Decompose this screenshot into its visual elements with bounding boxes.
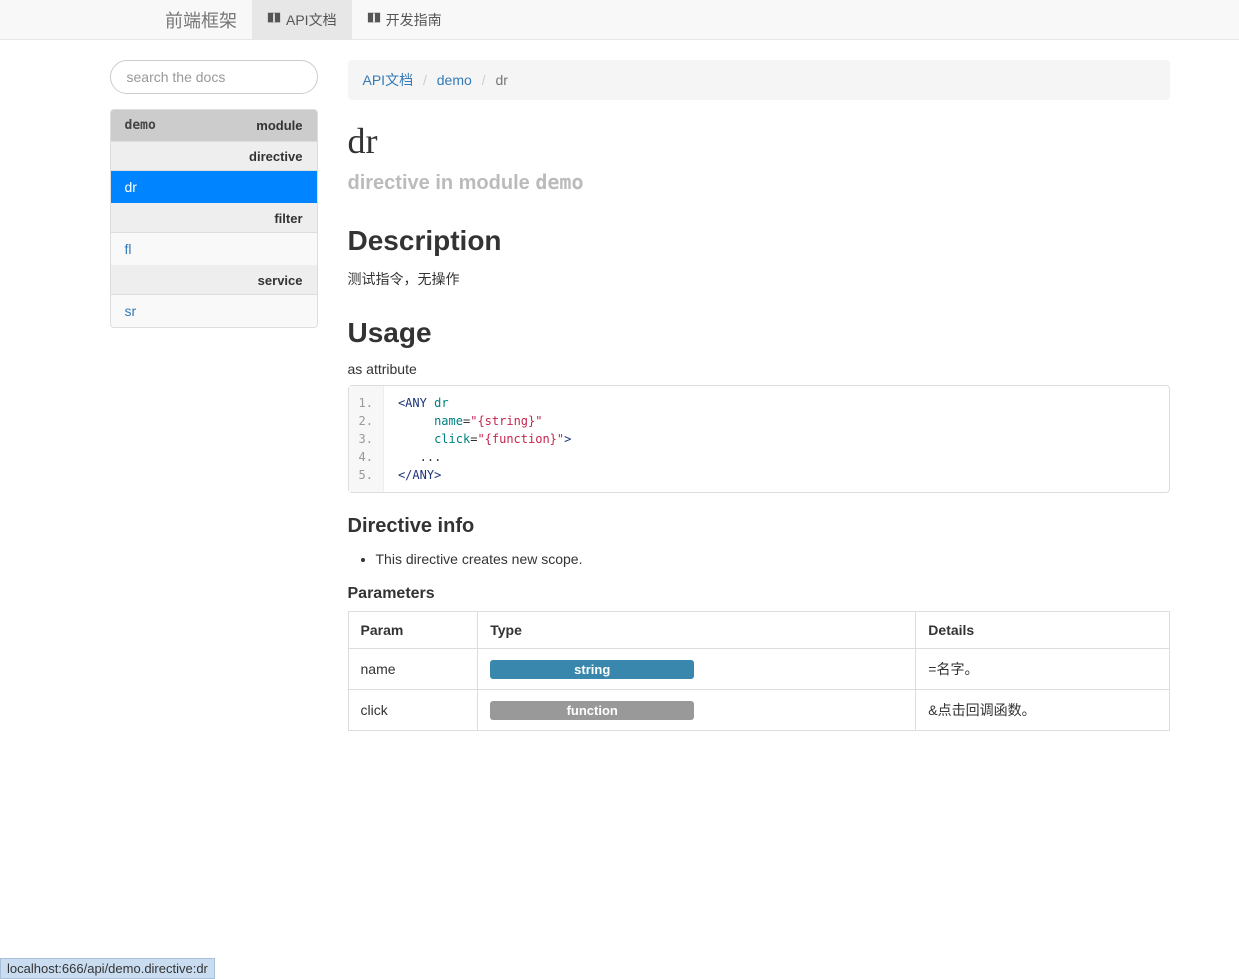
nav-item-sr[interactable]: sr — [111, 295, 317, 327]
book-icon — [267, 11, 281, 28]
tab-label: API文档 — [286, 10, 337, 30]
code-block: 1.2.3.4.5. <ANY dr name="{string}" click… — [348, 385, 1170, 493]
description-text: 测试指令，无操作 — [348, 269, 1170, 289]
type-badge: function — [490, 701, 694, 720]
tab-label: 开发指南 — [386, 10, 442, 30]
table-row: namestring=名字。 — [348, 649, 1169, 690]
tab-dev-guide[interactable]: 开发指南 — [352, 0, 457, 40]
main-content: API文档 / demo / dr dr directive in module… — [348, 60, 1170, 731]
usage-as: as attribute — [348, 361, 1170, 377]
params-heading: Parameters — [348, 585, 1170, 603]
breadcrumb: API文档 / demo / dr — [348, 60, 1170, 100]
info-item: This directive creates new scope. — [376, 548, 1170, 570]
module-label: module — [256, 118, 302, 133]
page-subtitle: directive in module demo — [348, 170, 1170, 195]
navbar: 前端框架 API文档 开发指南 — [0, 0, 1239, 40]
module-name: demo — [125, 118, 156, 133]
nav-module-header[interactable]: demo module — [111, 110, 317, 142]
status-bar: localhost:666/api/demo.directive:dr — [0, 958, 215, 979]
brand: 前端框架 — [150, 7, 252, 33]
usage-heading: Usage — [348, 317, 1170, 349]
nav-list: demo module directive dr filter fl servi… — [110, 109, 318, 328]
nav-item-fl[interactable]: fl — [111, 233, 317, 266]
tab-api-docs[interactable]: API文档 — [252, 0, 352, 40]
code-content: <ANY dr name="{string}" click="{function… — [384, 386, 585, 492]
type-badge: string — [490, 660, 694, 679]
nav-item-dr[interactable]: dr — [111, 171, 317, 204]
code-line-numbers: 1.2.3.4.5. — [349, 386, 384, 492]
directive-info-heading: Directive info — [348, 515, 1170, 538]
book-icon — [367, 11, 381, 28]
nav-section-service: service — [111, 266, 317, 295]
page-title: dr — [348, 120, 1170, 162]
search-input[interactable] — [110, 60, 318, 94]
params-table: ParamTypeDetails namestring=名字。clickfunc… — [348, 611, 1170, 731]
breadcrumb-current: dr — [495, 72, 507, 88]
breadcrumb-api[interactable]: API文档 — [363, 72, 414, 88]
description-heading: Description — [348, 225, 1170, 257]
breadcrumb-demo[interactable]: demo — [437, 72, 472, 88]
sidebar: demo module directive dr filter fl servi… — [110, 60, 318, 731]
directive-info-list: This directive creates new scope. — [348, 548, 1170, 570]
table-row: clickfunction&点击回调函数。 — [348, 690, 1169, 731]
nav-section-filter: filter — [111, 204, 317, 233]
nav-section-directive: directive — [111, 142, 317, 171]
